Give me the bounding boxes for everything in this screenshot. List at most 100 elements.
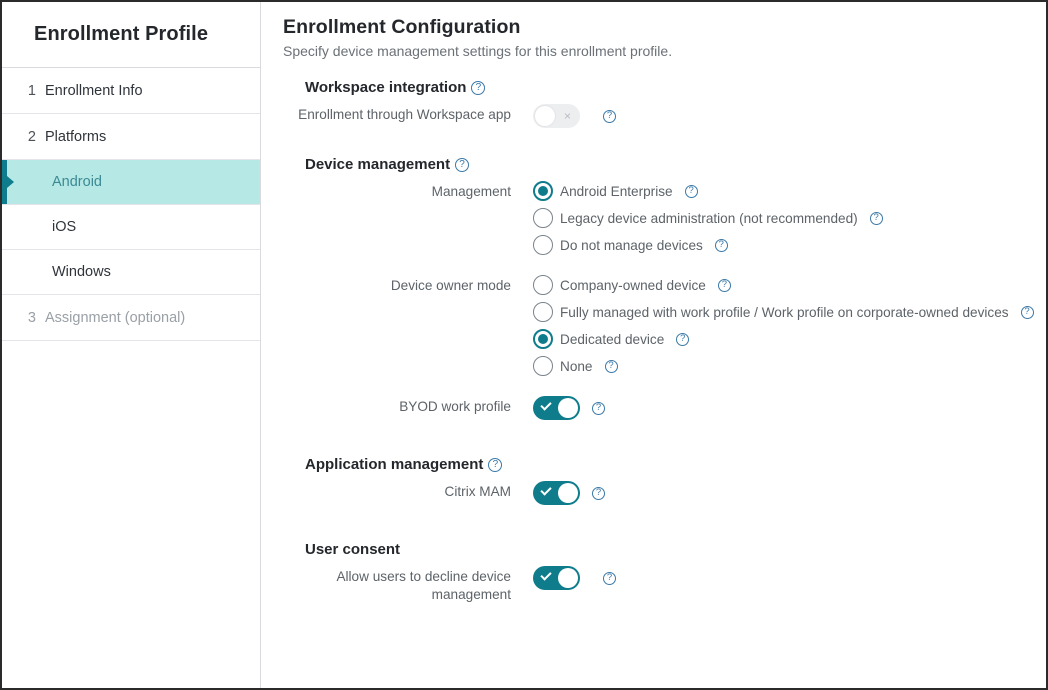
sidebar-item-label: Windows — [52, 264, 111, 280]
enrollment-profile-window: Enrollment Profile 1 Enrollment Info 2 P… — [0, 0, 1048, 690]
sidebar-item-ios[interactable]: iOS — [2, 205, 260, 250]
check-icon — [540, 484, 552, 496]
radio-label: Legacy device administration (not recomm… — [560, 210, 858, 226]
radio-label: Company-owned device — [560, 277, 706, 293]
toggle-knob — [558, 483, 578, 503]
field-citrix-mam: Citrix MAM ? — [283, 481, 1046, 505]
help-icon[interactable]: ? — [684, 184, 698, 198]
page-subtitle: Specify device management settings for t… — [283, 43, 673, 59]
sidebar-header: Enrollment Profile — [2, 2, 260, 68]
section-device-management-header: Device management ? — [305, 156, 1046, 173]
field-control: Android Enterprise ? Legacy device admin… — [533, 181, 883, 255]
toggle-allow-users-to-decline-device-management[interactable] — [533, 566, 580, 590]
radio-option-android-enterprise[interactable]: Android Enterprise ? — [533, 181, 883, 201]
radio-indicator[interactable] — [533, 235, 553, 255]
help-icon[interactable]: ? — [592, 486, 605, 500]
control-line: ? — [533, 396, 605, 420]
sidebar-step-enrollment-info[interactable]: 1 Enrollment Info — [2, 68, 260, 114]
section-user-consent-header: User consent — [305, 541, 1046, 558]
sidebar-title: Enrollment Profile — [34, 23, 209, 45]
field-control: ? — [533, 104, 616, 128]
section-heading: Workspace integration — [305, 79, 467, 96]
help-icon[interactable]: ? — [488, 457, 503, 472]
step-label: Enrollment Info — [45, 82, 143, 99]
field-label: Device owner mode — [390, 278, 511, 293]
step-number: 2 — [27, 128, 36, 145]
field-control: ? — [533, 481, 605, 505]
step-label: Platforms — [45, 128, 107, 145]
field-enrollment-through-workspace-app: Enrollment through Workspace app ? — [283, 104, 1046, 128]
sidebar-step-platforms[interactable]: 2 Platforms — [2, 114, 260, 160]
field-control: Company-owned device ? Fully managed wit… — [533, 275, 1034, 376]
toggle-byod-work-profile[interactable] — [533, 396, 580, 420]
section-workspace-integration-header: Workspace integration ? — [305, 79, 1046, 96]
step-number: 3 — [27, 309, 36, 326]
field-control: ? — [533, 566, 616, 590]
sidebar-item-label: Android — [52, 174, 102, 190]
help-icon[interactable]: ? — [676, 332, 690, 346]
sidebar-item-label: iOS — [52, 219, 77, 235]
field-control: ? — [533, 396, 605, 420]
radio-option-do-not-manage-devices[interactable]: Do not manage devices ? — [533, 235, 883, 255]
toggle-enrollment-through-workspace-app[interactable] — [533, 104, 580, 128]
help-icon[interactable]: ? — [717, 278, 731, 292]
field-label: Management — [431, 184, 511, 199]
radio-option-none[interactable]: None ? — [533, 356, 1034, 376]
help-icon[interactable]: ? — [604, 359, 618, 373]
radio-indicator[interactable] — [533, 275, 553, 295]
help-icon[interactable]: ? — [455, 157, 470, 172]
caret-right-icon — [7, 176, 14, 188]
radio-option-company-owned-device[interactable]: Company-owned device ? — [533, 275, 1034, 295]
field-management: Management Android Enterprise ? Legacy d… — [283, 181, 1046, 255]
sidebar-item-windows[interactable]: Windows — [2, 250, 260, 295]
section-heading: Device management — [305, 156, 451, 173]
radio-option-legacy-device-administration[interactable]: Legacy device administration (not recomm… — [533, 208, 883, 228]
section-application-management-header: Application management ? — [305, 456, 1046, 473]
field-allow-users-to-decline-device-management: Allow users to decline device management… — [283, 566, 1046, 604]
close-icon — [563, 112, 572, 121]
radio-label: None — [560, 358, 593, 374]
toggle-knob — [558, 398, 578, 418]
step-label: Assignment (optional) — [45, 309, 186, 326]
sidebar-step-assignment[interactable]: 3 Assignment (optional) — [2, 295, 260, 341]
help-icon[interactable]: ? — [592, 401, 605, 415]
help-icon[interactable]: ? — [603, 109, 616, 123]
control-line: ? — [533, 566, 616, 590]
field-label: BYOD work profile — [399, 399, 511, 414]
control-line: ? — [533, 104, 616, 128]
section-heading: User consent — [305, 541, 401, 558]
help-icon[interactable]: ? — [1020, 305, 1034, 319]
check-icon — [540, 569, 552, 581]
radio-indicator[interactable] — [533, 181, 553, 201]
help-icon[interactable]: ? — [714, 238, 728, 252]
sidebar: Enrollment Profile 1 Enrollment Info 2 P… — [2, 2, 261, 688]
step-number: 1 — [27, 82, 36, 99]
toggle-knob — [535, 106, 555, 126]
field-byod-work-profile: BYOD work profile ? — [283, 396, 1046, 420]
radio-option-dedicated-device[interactable]: Dedicated device ? — [533, 329, 1034, 349]
radio-indicator[interactable] — [533, 356, 553, 376]
radio-indicator[interactable] — [533, 329, 553, 349]
main-content: Enrollment Configuration Specify device … — [261, 2, 1046, 688]
help-icon[interactable]: ? — [471, 80, 486, 95]
help-icon[interactable]: ? — [869, 211, 883, 225]
field-label: Citrix MAM — [444, 484, 511, 499]
check-icon — [540, 399, 552, 411]
field-device-owner-mode: Device owner mode Company-owned device ?… — [283, 275, 1046, 376]
control-line: ? — [533, 481, 605, 505]
radio-group-device-owner-mode: Company-owned device ? Fully managed wit… — [533, 275, 1034, 376]
radio-option-fully-managed-with-work-profile[interactable]: Fully managed with work profile / Work p… — [533, 302, 1034, 322]
page-title: Enrollment Configuration — [283, 16, 521, 38]
toggle-citrix-mam[interactable] — [533, 481, 580, 505]
help-icon[interactable]: ? — [603, 571, 616, 585]
radio-indicator[interactable] — [533, 302, 553, 322]
field-label: Enrollment through Workspace app — [298, 107, 511, 122]
sidebar-item-android[interactable]: Android — [2, 160, 260, 205]
radio-label: Android Enterprise — [560, 183, 673, 199]
radio-label: Do not manage devices — [560, 237, 703, 253]
field-label: Allow users to decline device management — [336, 569, 511, 602]
toggle-knob — [558, 568, 578, 588]
section-heading: Application management — [305, 456, 484, 473]
radio-label: Dedicated device — [560, 331, 665, 347]
radio-indicator[interactable] — [533, 208, 553, 228]
